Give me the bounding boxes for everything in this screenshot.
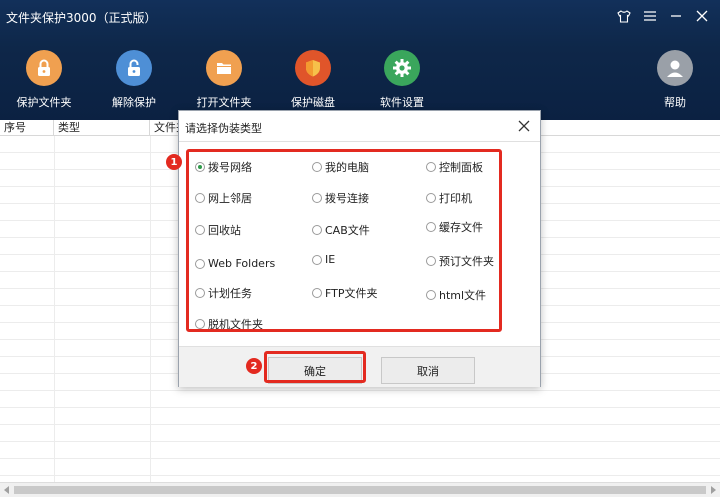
shield-icon [295,50,331,86]
app-header: 文件夹保护3000（正式版） 保护文件夹 解除保护 打开文件夹 保护磁盘 软件设… [0,0,720,120]
dialog-titlebar: 请选择伪装类型 [179,111,540,141]
option-subscribed-folder[interactable]: 预订文件夹 [426,253,494,269]
skin-icon[interactable] [614,5,634,27]
option-network-neighborhood[interactable]: 网上邻居 [195,190,252,206]
option-label: 预订文件夹 [439,255,494,268]
radio-button[interactable] [426,290,436,300]
option-offline-folder[interactable]: 脱机文件夹 [195,316,263,332]
ok-button[interactable]: 确定 [268,357,362,384]
option-printer[interactable]: 打印机 [426,190,472,206]
settings-button[interactable]: 软件设置 [362,50,442,110]
disguise-type-dialog: 请选择伪装类型 拨号网络 我的电脑 控制面板 网上邻居 拨号连接 打印机 回收站… [178,110,541,387]
radio-button[interactable] [312,288,322,298]
protect-folder-label: 保护文件夹 [16,96,72,109]
radio-button[interactable] [426,193,436,203]
open-folder-button[interactable]: 打开文件夹 [184,50,264,110]
dialog-options: 拨号网络 我的电脑 控制面板 网上邻居 拨号连接 打印机 回收站 CAB文件 缓… [179,141,540,346]
radio-button[interactable] [195,193,205,203]
radio-button[interactable] [195,162,205,172]
window-title: 文件夹保护3000（正式版） [6,11,157,25]
column-header-type[interactable]: 类型 [54,120,150,136]
option-control-panel[interactable]: 控制面板 [426,159,483,175]
window-controls [614,5,712,27]
close-icon[interactable] [692,5,712,27]
help-button[interactable]: 帮助 [635,50,715,110]
unprotect-label: 解除保护 [112,96,156,109]
radio-button[interactable] [195,258,205,269]
dialog-title: 请选择伪装类型 [185,122,262,135]
radio-button[interactable] [312,254,322,265]
option-label: 拨号网络 [208,161,252,174]
option-label: 缓存文件 [439,221,483,234]
table-row[interactable] [0,442,720,459]
option-recycle-bin[interactable]: 回收站 [195,222,241,238]
radio-button[interactable] [312,162,322,172]
scroll-right-icon[interactable] [711,486,716,494]
annotation-badge-2: 2 [246,358,262,374]
open-folder-icon [206,50,242,86]
table-row[interactable] [0,391,720,408]
radio-button[interactable] [195,319,205,329]
folder-unlock-icon [116,50,152,86]
gear-icon [384,50,420,86]
option-label: IE [325,253,336,266]
scrollbar-thumb[interactable] [14,486,706,494]
option-scheduled-tasks[interactable]: 计划任务 [195,285,252,301]
horizontal-scrollbar[interactable] [0,482,720,497]
option-ftp-folder[interactable]: FTP文件夹 [312,285,378,301]
column-header-index[interactable]: 序号 [0,120,54,136]
option-label: Web Folders [208,257,276,270]
open-folder-label: 打开文件夹 [196,96,252,109]
scroll-left-icon[interactable] [4,486,9,494]
radio-button[interactable] [312,193,322,203]
option-label: 脱机文件夹 [208,318,263,331]
option-label: 计划任务 [208,287,252,300]
option-my-computer[interactable]: 我的电脑 [312,159,369,175]
option-ie[interactable]: IE [312,253,335,266]
unprotect-button[interactable]: 解除保护 [94,50,174,110]
option-cache-file[interactable]: 缓存文件 [426,219,483,235]
option-label: FTP文件夹 [325,287,378,300]
radio-button[interactable] [312,225,322,235]
option-label: 打印机 [439,192,472,205]
radio-button[interactable] [426,222,436,232]
protect-folder-button[interactable]: 保护文件夹 [4,50,84,110]
dialog-close-icon[interactable] [516,118,532,134]
option-web-folders[interactable]: Web Folders [195,257,275,270]
option-label: html文件 [439,289,487,302]
cancel-button[interactable]: 取消 [381,357,475,384]
option-label: 网上邻居 [208,192,252,205]
option-html-file[interactable]: html文件 [426,287,486,303]
option-label: 拨号连接 [325,192,369,205]
minimize-icon[interactable] [666,5,686,27]
option-dialup-network[interactable]: 拨号网络 [195,159,252,175]
option-dialup-connection[interactable]: 拨号连接 [312,190,369,206]
option-label: 回收站 [208,224,241,237]
menu-icon[interactable] [640,5,660,27]
protect-disk-label: 保护磁盘 [291,96,335,109]
user-help-icon [657,50,693,86]
protect-disk-button[interactable]: 保护磁盘 [273,50,353,110]
table-row[interactable] [0,425,720,442]
option-label: 我的电脑 [325,161,369,174]
option-cab-file[interactable]: CAB文件 [312,222,370,238]
toolbar: 保护文件夹 解除保护 打开文件夹 保护磁盘 软件设置 帮助 [0,50,720,110]
option-label: CAB文件 [325,224,370,237]
radio-button[interactable] [195,288,205,298]
dialog-footer: 确定 取消 [179,346,540,387]
annotation-badge-1: 1 [166,154,182,170]
settings-label: 软件设置 [380,96,424,109]
table-row[interactable] [0,408,720,425]
radio-button[interactable] [195,225,205,235]
folder-lock-icon [26,50,62,86]
help-label: 帮助 [664,96,686,109]
radio-button[interactable] [426,162,436,172]
radio-button[interactable] [426,256,436,266]
table-row[interactable] [0,459,720,476]
option-label: 控制面板 [439,161,483,174]
